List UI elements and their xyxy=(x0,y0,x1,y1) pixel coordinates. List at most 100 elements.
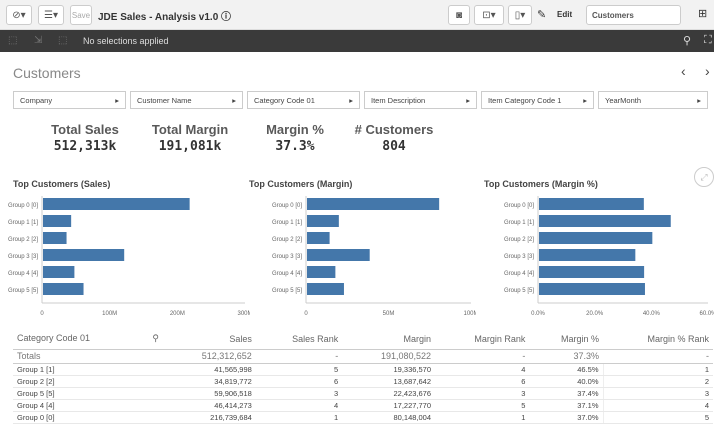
category-label: Group 4 [4] xyxy=(8,271,38,277)
category-label: Group 4 [4] xyxy=(272,271,302,277)
pencil-icon[interactable]: ✎ xyxy=(537,8,546,21)
search-icon[interactable]: ⚲ xyxy=(152,333,159,344)
kpi-total-sales[interactable]: Total Sales 512,313k xyxy=(30,122,140,154)
kpi-margin-pct[interactable]: Margin % 37.3% xyxy=(240,122,350,154)
chart-top-customers-margin-pct[interactable]: Group 0 [0] Group 1 [1] Group 2 [2] Group 3… xyxy=(470,193,714,321)
table-row[interactable]: Group 1 [1] 41,565,998 5 19,336,570 4 46.5% 1 xyxy=(13,363,713,376)
chart-title-margin-pct: Top Customers (Margin %) xyxy=(484,179,598,189)
column-header-sales-rank[interactable]: Sales Rank xyxy=(255,329,343,350)
table-cell: 17,227,770 xyxy=(342,399,436,412)
totals-cell: 37.3% xyxy=(529,349,603,364)
bar xyxy=(43,266,75,278)
table-row[interactable]: Group 4 [4] 46,414,273 4 17,227,770 5 37.1% 4 xyxy=(13,399,713,412)
filter-customer-name[interactable]: Customer Name ▸ xyxy=(130,91,243,109)
save-button[interactable]: Save xyxy=(70,5,92,25)
tick-label: 100M xyxy=(102,311,117,317)
column-header-margin[interactable]: Margin xyxy=(342,329,436,350)
kpi-total-margin[interactable]: Total Margin 191,081k xyxy=(135,122,245,154)
bar xyxy=(307,215,339,227)
column-header-sales[interactable]: Sales xyxy=(163,329,256,350)
info-icon[interactable]: ⓘ xyxy=(221,12,231,23)
snapshot-button[interactable]: ◙ xyxy=(448,5,470,25)
table-cell: 1 xyxy=(255,411,343,424)
chart-top-customers-margin[interactable]: Group 0 [0] Group 1 [1] Group 2 [2] Group 3… xyxy=(236,193,476,321)
bar xyxy=(43,215,72,227)
category-label: Group 3 [3] xyxy=(272,254,302,260)
table-row[interactable]: Group 2 [2] 34,819,772 6 13,687,642 6 40.0% 2 xyxy=(13,375,713,388)
sheet-selector[interactable]: Customers xyxy=(586,5,681,25)
kpi-label: Margin % xyxy=(266,122,324,137)
column-header-margin-pct[interactable]: Margin % xyxy=(529,329,603,350)
kpi-label: Total Margin xyxy=(151,122,229,137)
column-header-margin-pct-rank[interactable]: Margin % Rank xyxy=(603,329,713,350)
sheets-grid-icon[interactable]: ⊞ xyxy=(698,7,707,20)
next-sheet-icon[interactable]: › xyxy=(705,63,710,79)
presentation-icon: ⊡▾ xyxy=(482,9,496,21)
category-label: Group 3 [3] xyxy=(8,254,38,260)
table-cell: Group 0 [0] xyxy=(13,411,163,424)
previous-sheet-icon[interactable]: ‹ xyxy=(681,63,686,79)
edit-button[interactable]: Edit xyxy=(557,10,572,19)
selection-status: No selections applied xyxy=(83,36,169,46)
selection-back-icon[interactable]: ⬚ xyxy=(8,35,17,46)
chart-top-customers-sales[interactable]: Group 0 [0] Group 1 [1] Group 2 [2] Group 3… xyxy=(0,193,250,321)
category-label: Group 5 [5] xyxy=(272,288,302,294)
tick-label: 0 xyxy=(304,311,308,317)
sheet-title: Customers xyxy=(13,65,81,81)
kpi-value: 804 xyxy=(382,139,406,154)
search-icon[interactable]: ⚲ xyxy=(683,34,691,47)
selection-forward-icon[interactable]: ⇲ xyxy=(34,35,42,46)
filter-category-code[interactable]: Category Code 01 ▸ xyxy=(247,91,360,109)
table-cell: 37.4% xyxy=(529,387,603,400)
selections-bar: ⬚ ⇲ ⬚ No selections applied ⚲ ⛶ xyxy=(0,30,714,52)
table-row[interactable]: Group 5 [5] 59,906,518 3 22,423,676 3 37.4% 3 xyxy=(13,387,713,400)
table-cell: 4 xyxy=(602,399,713,412)
table-cell: 4 xyxy=(435,363,530,376)
filter-yearmonth[interactable]: YearMonth ▸ xyxy=(598,91,708,109)
category-label: Group 2 [2] xyxy=(8,237,38,243)
filter-company[interactable]: Company ▸ xyxy=(13,91,126,109)
filter-item-category-code[interactable]: Item Category Code 1 ▸ xyxy=(481,91,594,109)
category-label: Group 2 [2] xyxy=(504,237,534,243)
totals-cell: - xyxy=(255,349,343,364)
navigation-menu-button[interactable]: ⊘▾ xyxy=(6,5,32,25)
table-cell: Group 1 [1] xyxy=(13,363,163,376)
expand-icon[interactable]: ⛶ xyxy=(704,34,712,47)
bookmark-button[interactable]: ▯▾ xyxy=(508,5,532,25)
tick-label: 20.0% xyxy=(586,311,604,317)
global-menu-button[interactable]: ☰▾ xyxy=(38,5,64,25)
table-cell: 6 xyxy=(435,375,530,388)
bar xyxy=(307,283,344,295)
category-label: Group 5 [5] xyxy=(504,288,534,294)
table-cell: 34,819,772 xyxy=(163,375,256,388)
filter-item-description[interactable]: Item Description ▸ xyxy=(364,91,477,109)
category-label: Group 0 [0] xyxy=(8,203,38,209)
clear-selections-icon[interactable]: ⬚ xyxy=(58,35,67,46)
table-cell: 5 xyxy=(255,363,343,376)
filter-label: Category Code 01 xyxy=(254,95,315,105)
category-label: Group 5 [5] xyxy=(8,288,38,294)
story-button[interactable]: ⊡▾ xyxy=(474,5,504,25)
column-header-margin-rank[interactable]: Margin Rank xyxy=(435,329,530,350)
bar xyxy=(539,198,644,210)
filter-label: Item Category Code 1 xyxy=(488,95,562,105)
kpi-value: 191,081k xyxy=(158,139,222,154)
table-row[interactable]: Group 0 [0] 216,739,684 1 80,148,004 1 37.0% 5 xyxy=(13,411,713,424)
table-cell: 2 xyxy=(602,375,713,388)
category-label: Group 1 [1] xyxy=(8,220,38,226)
category-label: Group 2 [2] xyxy=(272,237,302,243)
caret-right-icon: ▸ xyxy=(349,95,353,105)
tick-label: 40.0% xyxy=(643,311,661,317)
table-cell: 40.0% xyxy=(529,375,603,388)
expand-circle-icon[interactable]: ⤢ xyxy=(694,167,714,187)
totals-cell: 512,312,652 xyxy=(163,349,256,364)
table-cell: 46.5% xyxy=(529,363,603,376)
table-cell: 3 xyxy=(435,387,530,400)
kpi-value: 512,313k xyxy=(53,139,117,154)
column-header-category[interactable]: Category Code 01 ⚲ xyxy=(13,329,163,350)
table-cell: 5 xyxy=(435,399,530,412)
kpi-customers[interactable]: # Customers 804 xyxy=(339,122,449,154)
app-title-text: JDE Sales - Analysis v1.0 xyxy=(98,12,219,23)
caret-right-icon: ▸ xyxy=(466,95,470,105)
bar xyxy=(307,249,370,261)
